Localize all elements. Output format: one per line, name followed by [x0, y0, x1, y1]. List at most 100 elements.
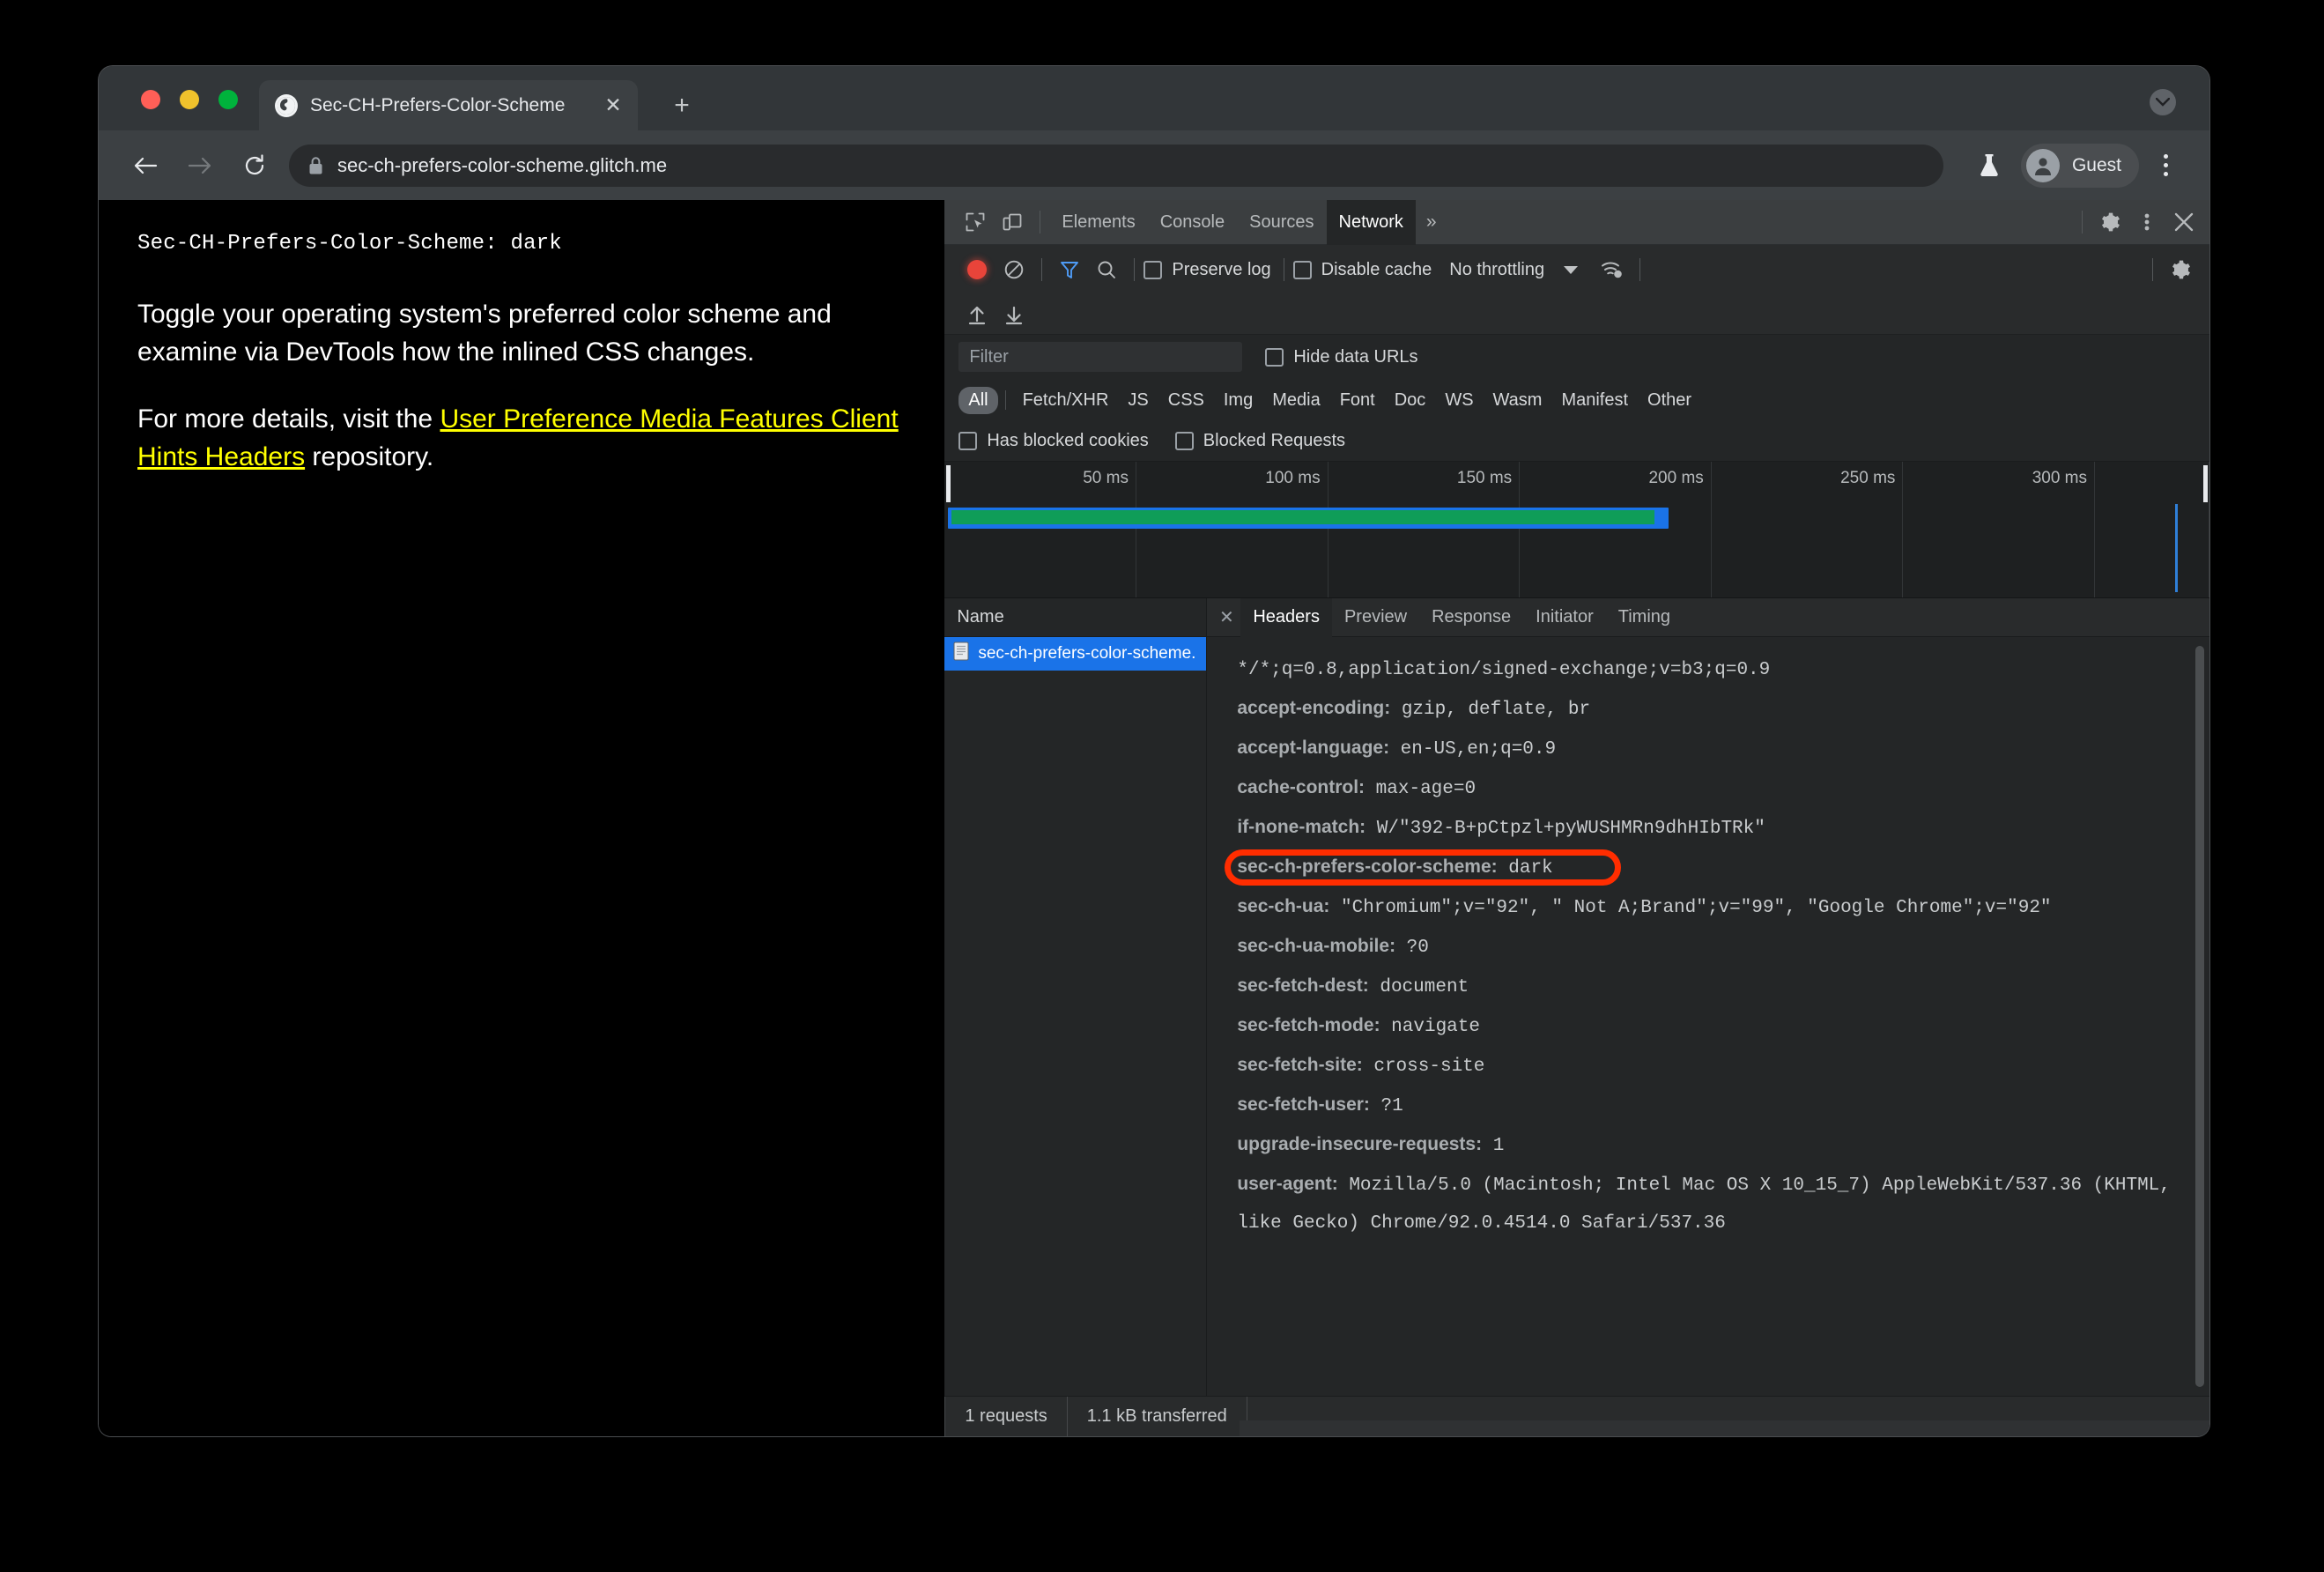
- experiments-flask-icon[interactable]: [1970, 146, 2009, 185]
- import-har-icon[interactable]: [958, 297, 995, 332]
- clear-button[interactable]: [995, 252, 1032, 287]
- type-filter-manifest[interactable]: Manifest: [1551, 387, 1638, 414]
- tab-timing[interactable]: Timing: [1606, 598, 1683, 637]
- address-bar[interactable]: sec-ch-prefers-color-scheme.glitch.me: [289, 144, 1943, 187]
- maximize-window-button[interactable]: [218, 90, 238, 109]
- blocked-filters-bar: Has blocked cookies Blocked Requests: [944, 421, 2209, 462]
- header-line: sec-fetch-dest: document: [1237, 967, 2183, 1006]
- type-filter-doc[interactable]: Doc: [1385, 387, 1436, 414]
- network-overview-timeline[interactable]: 50 ms 100 ms 150 ms 200 ms 250 ms 300 ms: [944, 462, 2209, 598]
- header-value: gzip, deflate, br: [1390, 700, 1591, 720]
- header-line: sec-fetch-mode: navigate: [1237, 1006, 2183, 1046]
- tab-elements[interactable]: Elements: [1049, 200, 1147, 245]
- more-panels-button[interactable]: »: [1416, 211, 1447, 233]
- close-tab-button[interactable]: ✕: [601, 93, 625, 118]
- disable-cache-checkbox[interactable]: Disable cache: [1292, 259, 1432, 280]
- record-button[interactable]: [958, 252, 995, 287]
- throttling-select[interactable]: No throttling: [1449, 260, 1544, 280]
- type-filter-ws[interactable]: WS: [1435, 387, 1483, 414]
- checkbox-box: [1143, 260, 1163, 279]
- divider: [1041, 258, 1043, 281]
- tick-label: 100 ms: [1265, 469, 1321, 487]
- timeline-right-handle[interactable]: [2203, 465, 2208, 502]
- header-line: cache-control: max-age=0: [1237, 768, 2183, 808]
- network-main: Name sec-ch-prefers-color-scheme... ✕ He…: [944, 597, 2209, 1396]
- web-page: Sec-CH-Prefers-Color-Scheme: dark Toggle…: [99, 200, 944, 1436]
- tab-headers[interactable]: Headers: [1240, 597, 1332, 637]
- browser-tab[interactable]: Sec-CH-Prefers-Color-Scheme ✕: [259, 80, 638, 130]
- type-filter-all[interactable]: All: [958, 386, 998, 414]
- network-toolbar: Preserve log Disable cache No throttling: [944, 245, 2209, 294]
- header-name: if-none-match:: [1237, 817, 1366, 837]
- tab-initiator[interactable]: Initiator: [1523, 598, 1606, 637]
- tab-preview[interactable]: Preview: [1332, 598, 1419, 637]
- request-name: sec-ch-prefers-color-scheme...: [978, 644, 1198, 663]
- filter-bar: Filter Hide data URLs: [944, 335, 2209, 379]
- export-har-icon[interactable]: [995, 297, 1032, 332]
- gear-icon[interactable]: [2091, 204, 2128, 240]
- header-name: accept-language:: [1237, 738, 1390, 758]
- profile-name: Guest: [2071, 154, 2121, 175]
- tick-label: 200 ms: [1648, 469, 1704, 487]
- divider: [1004, 390, 1006, 410]
- divider: [2152, 258, 2153, 281]
- device-toolbar-icon[interactable]: [994, 204, 1031, 240]
- type-filter-wasm[interactable]: Wasm: [1484, 387, 1552, 414]
- header-value: max-age=0: [1365, 779, 1477, 799]
- page-paragraph-2: For more details, visit the User Prefere…: [137, 401, 905, 476]
- browser-menu-button[interactable]: [2148, 146, 2183, 185]
- chevron-down-icon[interactable]: [1564, 265, 1579, 274]
- blocked-requests-checkbox[interactable]: Blocked Requests: [1174, 431, 1345, 451]
- tick-label: 250 ms: [1840, 469, 1896, 487]
- type-filter-other[interactable]: Other: [1638, 387, 1701, 414]
- checkbox-box: [958, 432, 978, 450]
- profile-button[interactable]: Guest: [2020, 143, 2139, 188]
- network-conditions-icon[interactable]: [1594, 252, 1631, 287]
- type-filter-img[interactable]: Img: [1214, 387, 1262, 414]
- inspect-element-icon[interactable]: [957, 204, 994, 240]
- request-list-empty-area: [944, 671, 1207, 1396]
- tab-console[interactable]: Console: [1148, 200, 1237, 245]
- close-devtools-icon[interactable]: [2165, 204, 2202, 240]
- tab-response[interactable]: Response: [1419, 598, 1523, 637]
- scrollbar[interactable]: [2195, 646, 2204, 1387]
- table-row[interactable]: sec-ch-prefers-color-scheme...: [944, 637, 1207, 671]
- filter-input[interactable]: Filter: [958, 342, 1243, 372]
- request-list: Name sec-ch-prefers-color-scheme...: [944, 598, 1208, 1396]
- close-window-button[interactable]: [141, 90, 160, 109]
- divider: [2082, 211, 2083, 234]
- timeline-left-handle[interactable]: [946, 465, 951, 502]
- filter-funnel-icon[interactable]: [1051, 252, 1088, 287]
- type-filter-font[interactable]: Font: [1330, 387, 1385, 414]
- header-value: en-US,en;q=0.9: [1389, 739, 1557, 760]
- browser-window: Sec-CH-Prefers-Color-Scheme ✕ + sec-ch-p…: [99, 66, 2209, 1436]
- tab-network[interactable]: Network: [1326, 200, 1416, 245]
- header-value: ?1: [1369, 1096, 1403, 1116]
- document-icon: [953, 641, 969, 666]
- avatar: [2025, 148, 2060, 182]
- page-paragraph-1: Toggle your operating system's preferred…: [137, 300, 832, 367]
- type-filter-js[interactable]: JS: [1118, 387, 1158, 414]
- chevron-down-icon[interactable]: [2150, 89, 2176, 115]
- minimize-window-button[interactable]: [180, 90, 199, 109]
- new-tab-button[interactable]: +: [667, 93, 697, 122]
- headers-list: */*;q=0.8,application/signed-exchange;v=…: [1207, 637, 2209, 1396]
- header-value: ?0: [1395, 938, 1429, 958]
- header-name: sec-fetch-site:: [1237, 1055, 1363, 1075]
- type-filter-media[interactable]: Media: [1262, 387, 1329, 414]
- hide-data-urls-checkbox[interactable]: Hide data URLs: [1265, 347, 1418, 367]
- network-settings-gear-icon[interactable]: [2162, 252, 2199, 287]
- tab-sources[interactable]: Sources: [1237, 200, 1326, 245]
- has-blocked-cookies-checkbox[interactable]: Has blocked cookies: [958, 431, 1149, 451]
- close-detail-button[interactable]: ✕: [1212, 606, 1240, 628]
- reload-button[interactable]: [234, 145, 275, 186]
- forward-button[interactable]: [180, 145, 220, 186]
- disable-cache-label: Disable cache: [1321, 259, 1432, 279]
- back-button[interactable]: [125, 145, 166, 186]
- preserve-log-checkbox[interactable]: Preserve log: [1143, 260, 1271, 280]
- header-name: sec-ch-ua:: [1237, 896, 1330, 916]
- search-icon[interactable]: [1088, 252, 1125, 287]
- devtools-menu-button[interactable]: [2128, 204, 2165, 240]
- type-filter-css[interactable]: CSS: [1158, 387, 1214, 414]
- type-filter-fetch-xhr[interactable]: Fetch/XHR: [1013, 387, 1119, 414]
